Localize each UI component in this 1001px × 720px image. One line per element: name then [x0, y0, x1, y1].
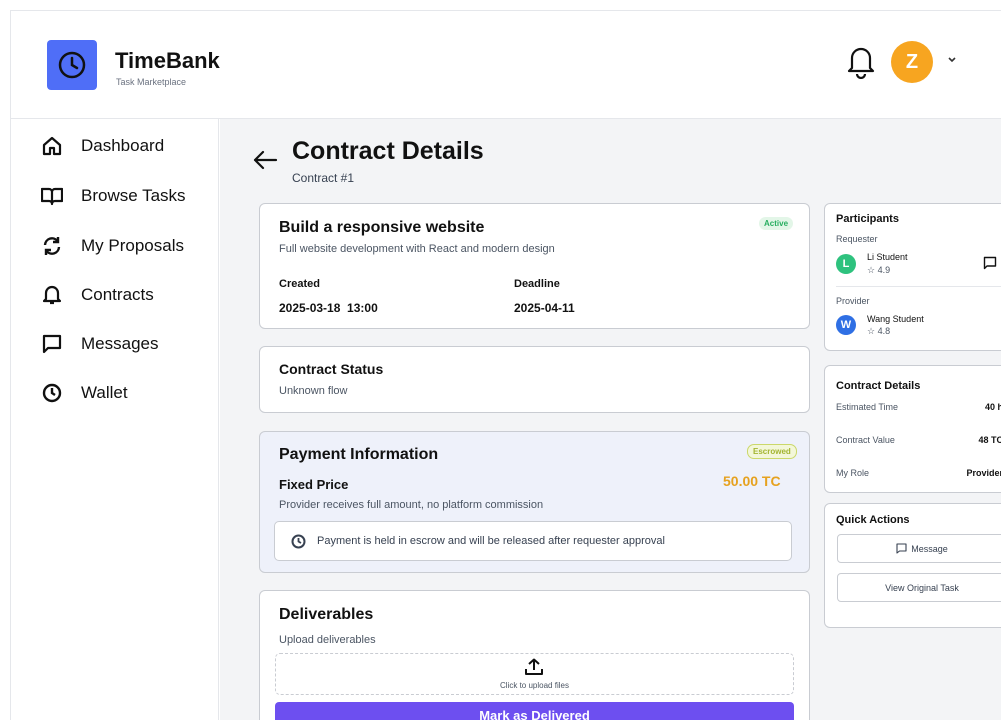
rating-value: 4.9 [877, 265, 891, 275]
notification-bell-icon[interactable] [847, 43, 875, 80]
sidebar-item-label: Contracts [81, 285, 154, 304]
contract-details-title: Contract Details [836, 380, 921, 392]
contract-details-card: Contract Details Estimated Time 40 h Con… [824, 365, 1001, 493]
task-card: Build a responsive website Active Full w… [259, 203, 810, 329]
chevron-down-icon[interactable] [947, 55, 957, 67]
deadline-value: 2025-04-11 [514, 301, 575, 315]
payment-title: Payment Information [279, 446, 439, 463]
provider-rating: ☆ 4.8 [867, 326, 890, 337]
top-header: TimeBank Task Marketplace Z [11, 11, 1001, 119]
payment-amount: 50.00 TC [723, 473, 781, 489]
detail-label: Contract Value [836, 435, 895, 445]
quick-actions-title: Quick Actions [836, 514, 910, 526]
book-icon [41, 185, 63, 207]
upload-icon [524, 657, 544, 682]
deliverables-subtitle: Upload deliverables [279, 634, 376, 646]
brand-subtitle: Task Marketplace [116, 77, 187, 87]
sidebar-item-my-proposals[interactable]: My Proposals [41, 231, 184, 261]
message-button-label: Message [911, 543, 948, 554]
star-icon: ☆ [867, 265, 876, 275]
escrow-notice-text: Payment is held in escrow and will be re… [317, 535, 665, 547]
escrow-badge: Escrowed [747, 444, 797, 459]
sidebar-item-label: Wallet [81, 383, 128, 402]
created-label: Created [279, 278, 320, 290]
sidebar-item-contracts[interactable]: Contracts [41, 280, 154, 310]
payment-card: Payment Information Escrowed Fixed Price… [259, 431, 810, 573]
upload-label: Click to upload files [500, 681, 569, 690]
upload-dropzone[interactable]: Click to upload files [275, 653, 794, 695]
detail-label: My Role [836, 468, 870, 478]
detail-value: 48 TC [978, 435, 1001, 445]
contract-status-card: Contract Status Unknown flow [259, 346, 810, 413]
message-icon[interactable] [983, 256, 997, 275]
app-window: TimeBank Task Marketplace Z Dashboard Br… [10, 10, 1001, 720]
deadline-label: Deadline [514, 278, 560, 290]
detail-value: 40 h [984, 402, 1001, 412]
user-avatar[interactable]: Z [891, 41, 933, 83]
refresh-icon [41, 235, 63, 257]
clock-icon [291, 534, 306, 554]
task-description: Full website development with React and … [279, 243, 555, 255]
message-button[interactable]: Message [837, 534, 1001, 563]
back-arrow-icon[interactable] [252, 149, 278, 171]
page-subtitle: Contract #1 [292, 171, 355, 185]
status-badge: Active [759, 217, 794, 230]
deliverables-title: Deliverables [279, 606, 374, 623]
deliverables-card: Deliverables Upload deliverables Click t… [259, 590, 810, 720]
sidebar-item-browse-tasks[interactable]: Browse Tasks [41, 181, 186, 211]
participants-title: Participants [836, 213, 899, 225]
escrow-notice: Payment is held in escrow and will be re… [274, 521, 792, 561]
home-icon [41, 135, 63, 157]
provider-label: Provider [836, 296, 870, 306]
task-title: Build a responsive website [279, 219, 485, 236]
sidebar-item-label: Browse Tasks [81, 186, 186, 205]
detail-label: Estimated Time [836, 402, 899, 412]
requester-name: Li Student [867, 252, 908, 262]
created-value: 2025-03-18 13:00 [279, 301, 378, 315]
contract-status-title: Contract Status [279, 361, 384, 377]
mark-as-delivered-button[interactable]: Mark as Delivered [275, 702, 794, 720]
message-icon [41, 333, 63, 355]
provider-name: Wang Student [867, 314, 924, 324]
rating-value: 4.8 [877, 326, 891, 336]
sidebar: Dashboard Browse Tasks My Proposals Cont… [11, 119, 219, 720]
view-original-task-button[interactable]: View Original Task [837, 573, 1001, 602]
requester-rating: ☆ 4.9 [867, 265, 890, 276]
payment-note: Provider receives full amount, no platfo… [279, 499, 544, 511]
main-content: Contract Details Contract #1 Build a res… [220, 119, 1001, 720]
star-icon: ☆ [867, 326, 876, 336]
contract-status-value: Unknown flow [279, 385, 348, 397]
message-icon [896, 543, 907, 554]
clock-icon [41, 382, 63, 404]
sidebar-item-label: Dashboard [81, 136, 165, 155]
requester-label: Requester [836, 234, 878, 244]
sidebar-item-wallet[interactable]: Wallet [41, 378, 128, 408]
sidebar-item-label: My Proposals [81, 236, 184, 255]
detail-value: Provider [966, 468, 1001, 478]
logo-icon [47, 40, 97, 90]
sidebar-item-messages[interactable]: Messages [41, 329, 158, 359]
bell-icon [41, 284, 63, 306]
sidebar-item-dashboard[interactable]: Dashboard [41, 131, 164, 161]
page-title: Contract Details [292, 137, 484, 165]
brand-name: TimeBank [115, 48, 220, 73]
participants-card: Participants Requester L Li Student ☆ 4.… [824, 203, 1001, 351]
payment-type: Fixed Price [279, 477, 349, 492]
quick-actions-card: Quick Actions Message View Original Task [824, 503, 1001, 628]
sidebar-item-label: Messages [81, 334, 159, 353]
requester-avatar: L [836, 254, 856, 274]
provider-avatar: W [836, 315, 856, 335]
divider [836, 286, 1001, 287]
